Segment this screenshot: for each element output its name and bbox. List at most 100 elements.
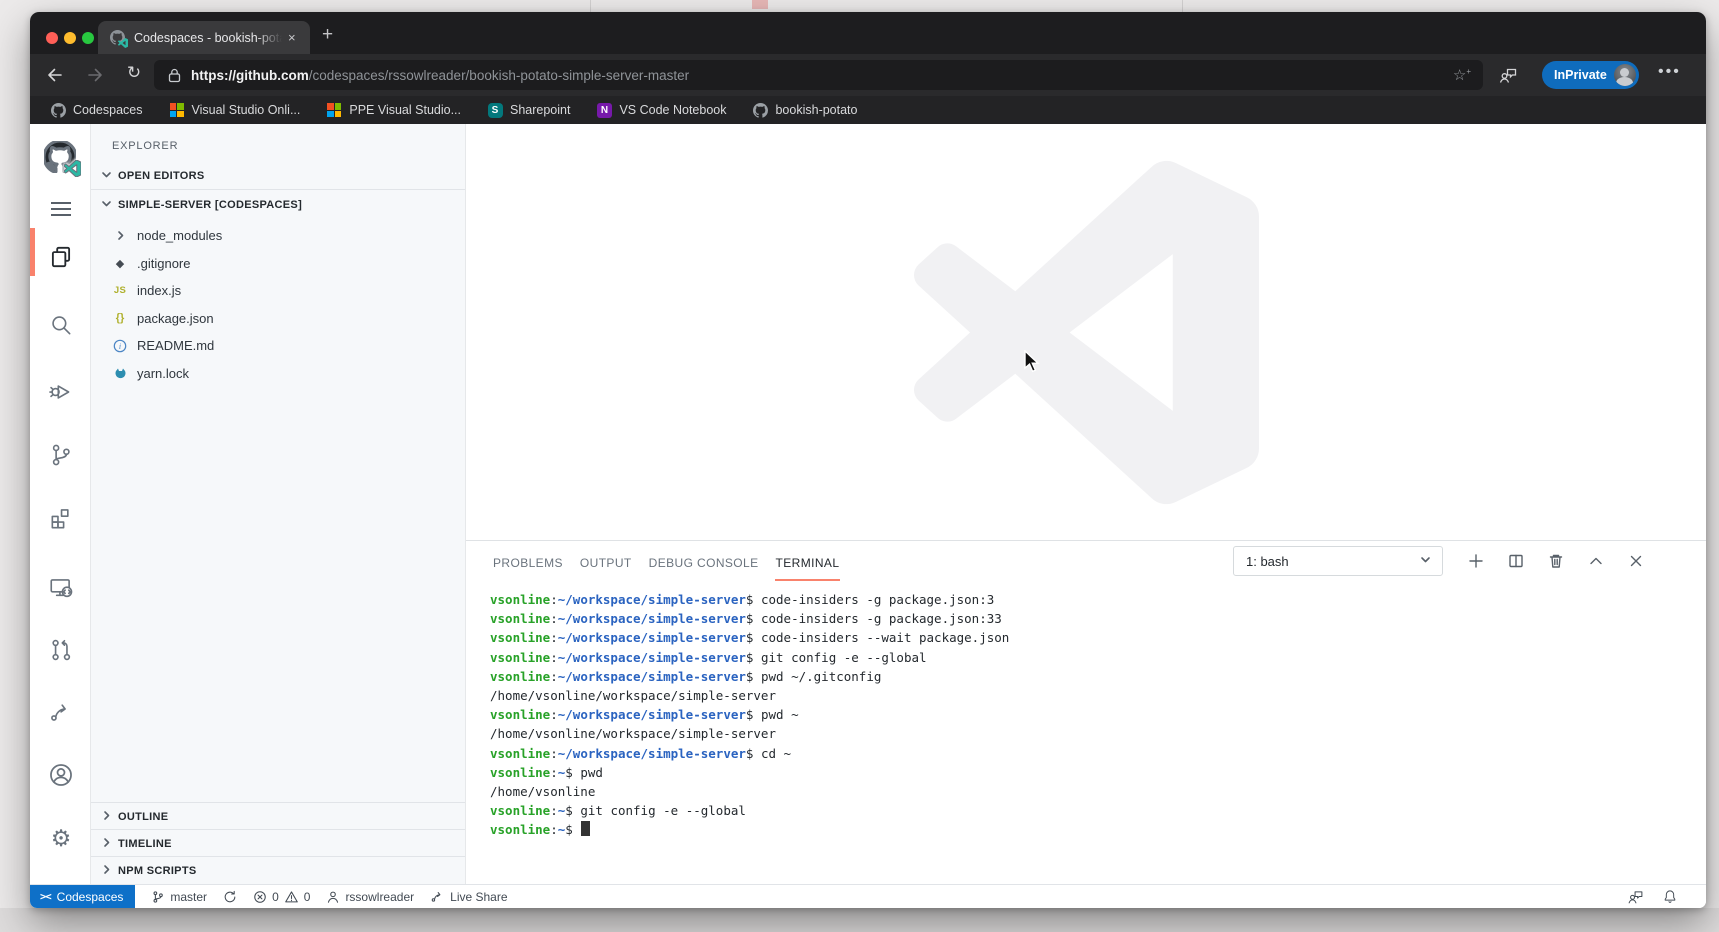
open-editors-section[interactable]: OPEN EDITORS	[91, 162, 465, 189]
browser-window: Codespaces - bookish-potato × + ↻ https:…	[30, 12, 1706, 908]
browser-tab-bar: Codespaces - bookish-potato × +	[30, 12, 1706, 54]
tree-item-package-json[interactable]: {} package.json	[91, 305, 465, 333]
file-tree: node_modules ◆ .gitignore JS index.js {}…	[91, 220, 465, 387]
live-share-icon	[430, 889, 445, 904]
profile-avatar[interactable]	[1614, 64, 1636, 86]
search-icon[interactable]	[44, 308, 78, 342]
github-user-indicator[interactable]: rssowlreader	[326, 890, 414, 904]
bookmark-codespaces[interactable]: Codespaces	[50, 102, 143, 118]
forward-icon[interactable]	[85, 65, 105, 85]
run-debug-icon[interactable]	[44, 375, 78, 409]
terminal-line: vsonline:~/workspace/simple-server$ pwd …	[490, 705, 1706, 724]
problems-indicator[interactable]: 0 0	[253, 890, 310, 904]
tab-problems[interactable]: PROBLEMS	[492, 556, 564, 581]
explorer-icon[interactable]	[44, 240, 78, 274]
tab-output[interactable]: OUTPUT	[579, 556, 633, 581]
tab-debug-console[interactable]: DEBUG CONSOLE	[648, 556, 760, 581]
status-bar: >< Codespaces master 0 0 rssowlreader Li…	[30, 884, 1706, 908]
new-tab-button[interactable]: +	[322, 24, 333, 46]
menu-icon[interactable]	[44, 192, 78, 226]
background-artifact	[590, 0, 591, 12]
background-artifact	[1182, 0, 1183, 12]
remote-explorer-icon[interactable]	[44, 571, 78, 605]
bookmark-visual-studio-online[interactable]: Visual Studio Onli...	[169, 102, 301, 118]
branch-indicator[interactable]: master	[151, 890, 207, 904]
live-share-icon[interactable]	[44, 695, 78, 729]
tree-item-index-js[interactable]: JS index.js	[91, 277, 465, 305]
window-zoom-button[interactable]	[82, 32, 94, 44]
kill-terminal-icon[interactable]	[1546, 551, 1566, 571]
tab-title: Codespaces - bookish-potato	[134, 31, 282, 45]
bookmark-vs-code-notebook[interactable]: N VS Code Notebook	[596, 102, 726, 118]
bookmarks-bar: Codespaces Visual Studio Onli... PPE Vis…	[30, 96, 1706, 124]
sync-icon	[223, 890, 237, 904]
sync-indicator[interactable]	[223, 890, 237, 904]
bookmark-bookish-potato[interactable]: bookish-potato	[752, 102, 857, 118]
tab-terminal[interactable]: TERMINAL	[775, 556, 841, 581]
sharepoint-icon: S	[487, 102, 503, 118]
git-icon: ◆	[111, 257, 129, 270]
bookmark-sharepoint[interactable]: S Sharepoint	[487, 102, 570, 118]
editor-watermark-area	[466, 124, 1706, 540]
tree-item-gitignore[interactable]: ◆ .gitignore	[91, 250, 465, 278]
workspace-section[interactable]: SIMPLE-SERVER [CODESPACES]	[91, 190, 465, 220]
terminal-output[interactable]: vsonline:~/workspace/simple-server$ code…	[466, 581, 1706, 840]
active-view-indicator	[30, 228, 35, 276]
terminal-line: vsonline:~/workspace/simple-server$ code…	[490, 609, 1706, 628]
activity-bar: ⚙	[30, 124, 91, 884]
bottom-panel: PROBLEMS OUTPUT DEBUG CONSOLE TERMINAL 1…	[466, 540, 1706, 884]
terminal-line: vsonline:~/workspace/simple-server$ cd ~	[490, 744, 1706, 763]
new-terminal-icon[interactable]	[1466, 551, 1486, 571]
window-close-button[interactable]	[46, 32, 58, 44]
address-bar[interactable]: https://github.com/codespaces/rssowlread…	[154, 60, 1483, 90]
browser-tab[interactable]: Codespaces - bookish-potato ×	[98, 21, 310, 54]
tab-close-icon[interactable]: ×	[288, 31, 296, 44]
outline-section[interactable]: OUTLINE	[91, 802, 465, 830]
live-share-button[interactable]: Live Share	[430, 889, 507, 904]
vscode-watermark-logo	[914, 160, 1259, 505]
back-icon[interactable]	[45, 65, 65, 85]
terminal-line: vsonline:~/workspace/simple-server$ code…	[490, 590, 1706, 609]
terminal-line: vsonline:~/workspace/simple-server$ code…	[490, 628, 1706, 647]
tree-item-yarn-lock[interactable]: yarn.lock	[91, 360, 465, 388]
tree-item-readme-md[interactable]: i README.md	[91, 332, 465, 360]
mouse-cursor	[1024, 350, 1044, 374]
source-control-icon[interactable]	[44, 438, 78, 472]
close-panel-icon[interactable]	[1626, 551, 1646, 571]
split-terminal-icon[interactable]	[1506, 551, 1526, 571]
bookmark-ppe-visual-studio[interactable]: PPE Visual Studio...	[326, 102, 461, 118]
sidebar-title: EXPLORER	[91, 124, 465, 162]
terminal-cursor	[581, 821, 590, 836]
codespaces-remote-button[interactable]: >< Codespaces	[30, 885, 135, 908]
npm-scripts-section[interactable]: NPM SCRIPTS	[91, 856, 465, 884]
editor-area: PROBLEMS OUTPUT DEBUG CONSOLE TERMINAL 1…	[466, 124, 1706, 884]
lock-icon	[168, 68, 181, 83]
panel-header: PROBLEMS OUTPUT DEBUG CONSOLE TERMINAL 1…	[466, 541, 1706, 581]
settings-gear-icon[interactable]: ⚙	[44, 821, 78, 855]
chevron-down-icon	[1419, 553, 1432, 569]
terminal-shell-selector[interactable]: 1: bash	[1233, 546, 1443, 576]
account-icon[interactable]	[44, 758, 78, 792]
terminal-line: /home/vsonline	[490, 782, 1706, 801]
window-minimize-button[interactable]	[64, 32, 76, 44]
favorite-star-icon[interactable]: ☆+	[1453, 66, 1471, 84]
maximize-panel-icon[interactable]	[1586, 551, 1606, 571]
chevron-right-icon	[100, 863, 113, 879]
chevron-right-icon	[111, 229, 129, 242]
pull-requests-icon[interactable]	[44, 633, 78, 667]
inprivate-badge[interactable]: InPrivate	[1542, 61, 1639, 89]
feedback-icon[interactable]	[1498, 65, 1518, 90]
more-menu-icon[interactable]: •••	[1658, 63, 1681, 81]
refresh-icon[interactable]: ↻	[124, 63, 144, 83]
tree-item-node-modules[interactable]: node_modules	[91, 222, 465, 250]
extensions-icon[interactable]	[44, 501, 78, 535]
timeline-section[interactable]: TIMELINE	[91, 829, 465, 857]
vscode-workbench: ⚙ EXPLORER OPEN EDITORS SIMPLE-SERVER [C…	[30, 124, 1706, 884]
onenote-icon: N	[596, 102, 612, 118]
feedback-icon[interactable]	[1627, 888, 1644, 905]
person-icon	[326, 890, 340, 904]
desktop-background	[0, 908, 1719, 932]
terminal-line: vsonline:~/workspace/simple-server$ git …	[490, 648, 1706, 667]
bell-icon[interactable]	[1662, 888, 1678, 905]
browser-toolbar: ↻ https://github.com/codespaces/rssowlre…	[30, 54, 1706, 96]
